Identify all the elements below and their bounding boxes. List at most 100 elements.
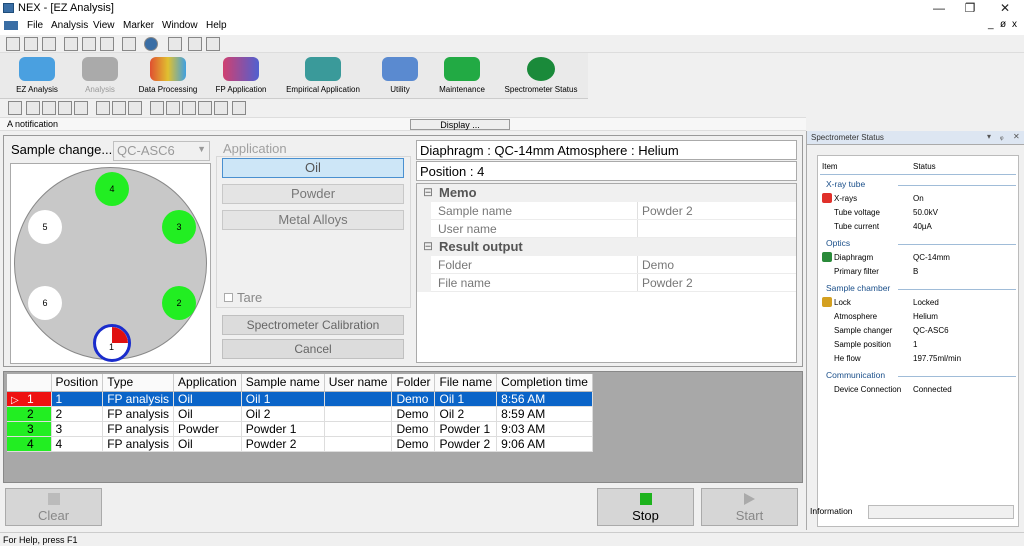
tile-vertical-icon[interactable] bbox=[206, 37, 220, 51]
position-4[interactable]: 4 bbox=[95, 172, 129, 206]
table-row[interactable]: 3 3 FP analysis Powder Powder 1 Demo Powder 19… bbox=[7, 421, 593, 437]
memo-section[interactable]: ⊟ Memo bbox=[417, 184, 796, 202]
help-icon[interactable] bbox=[144, 37, 158, 51]
status-group-header[interactable]: Sample chamber bbox=[826, 283, 890, 293]
mdi-restore-button[interactable]: ø bbox=[1000, 19, 1006, 30]
sample-name-value[interactable]: Powder 2 bbox=[642, 204, 693, 218]
print-icon[interactable] bbox=[122, 37, 136, 51]
add-icon[interactable] bbox=[8, 101, 22, 115]
ez-analysis-button[interactable]: EZ Analysis bbox=[4, 55, 70, 97]
spectrometer-status-button[interactable]: Spectrometer Status bbox=[498, 55, 584, 97]
insert-icon[interactable] bbox=[214, 101, 228, 115]
column-header[interactable]: Folder bbox=[391, 374, 436, 392]
move-last-icon[interactable] bbox=[198, 101, 212, 115]
application-oil-button[interactable]: Oil bbox=[222, 158, 404, 178]
paste-icon[interactable] bbox=[100, 37, 114, 51]
pin-icon[interactable]: ᵩ bbox=[1000, 132, 1004, 141]
stop-button[interactable]: Stop bbox=[597, 488, 694, 526]
position-3[interactable]: 3 bbox=[162, 210, 196, 244]
grid-delete-icon[interactable] bbox=[58, 101, 72, 115]
grid-edit-icon[interactable] bbox=[42, 101, 56, 115]
menu-analysis[interactable]: Analysis bbox=[51, 20, 88, 31]
table-row[interactable]: 2 2 FP analysis Oil Oil 2 Demo Oil 2 8:59 AM bbox=[7, 406, 593, 422]
panel-close-icon[interactable]: ✕ bbox=[1013, 132, 1020, 141]
table-row[interactable]: ▷ 1 1 FP analysis Oil Oil 1 Demo Oil 1 8:56 AM bbox=[7, 391, 593, 407]
menu-view[interactable]: View bbox=[93, 20, 115, 31]
save-icon[interactable] bbox=[42, 37, 56, 51]
move-prev-icon[interactable] bbox=[166, 101, 180, 115]
play-icon bbox=[744, 493, 755, 505]
column-header[interactable]: File name bbox=[434, 374, 498, 392]
column-header[interactable]: Sample name bbox=[241, 374, 325, 392]
collapse-icon[interactable]: ⊟ bbox=[423, 239, 433, 253]
sort-icon[interactable] bbox=[96, 101, 110, 115]
data-processing-button[interactable]: Data Processing bbox=[134, 55, 202, 97]
position-2[interactable]: 2 bbox=[162, 286, 196, 320]
application-powder-button[interactable]: Powder bbox=[222, 184, 404, 204]
clear-button[interactable]: Clear bbox=[5, 488, 102, 526]
position-1[interactable]: 1 bbox=[93, 324, 131, 362]
folder-row[interactable]: Folder Demo bbox=[417, 256, 796, 274]
window-layout-icon[interactable] bbox=[168, 37, 182, 51]
close-button[interactable]: ✕ bbox=[990, 0, 1020, 17]
align-icon[interactable] bbox=[232, 101, 246, 115]
notification-bar: A notification Display ... bbox=[0, 117, 806, 131]
check-icon[interactable] bbox=[74, 101, 88, 115]
column-header[interactable]: Application bbox=[173, 374, 242, 392]
mdi-close-button[interactable]: x bbox=[1012, 19, 1017, 30]
folder-value[interactable]: Demo bbox=[642, 258, 674, 272]
move-first-icon[interactable] bbox=[150, 101, 164, 115]
property-grid: ⊟ Memo Sample name Powder 2 User name ⊟ … bbox=[416, 183, 797, 363]
status-column-header[interactable]: Status bbox=[913, 162, 936, 171]
column-header[interactable]: User name bbox=[324, 374, 393, 392]
empirical-application-button[interactable]: Empirical Application bbox=[278, 55, 368, 97]
menu-marker[interactable]: Marker bbox=[123, 20, 154, 31]
file-name-row[interactable]: File name Powder 2 bbox=[417, 274, 796, 292]
sample-name-row[interactable]: Sample name Powder 2 bbox=[417, 202, 796, 220]
position-5[interactable]: 5 bbox=[28, 210, 62, 244]
status-group-header[interactable]: Optics bbox=[826, 238, 850, 248]
file-name-value[interactable]: Powder 2 bbox=[642, 276, 693, 290]
fp-application-button[interactable]: FP Application bbox=[208, 55, 274, 97]
new-icon[interactable] bbox=[6, 37, 20, 51]
table-row[interactable]: 4 4 FP analysis Oil Powder 2 Demo Powder 2 9:06… bbox=[7, 436, 593, 452]
item-column-header[interactable]: Item bbox=[822, 162, 838, 171]
analysis-button[interactable]: Analysis bbox=[72, 55, 128, 97]
display-button[interactable]: Display ... bbox=[410, 119, 510, 130]
sample-changer-select[interactable]: QC-ASC6 ▼ bbox=[113, 141, 210, 161]
tare-checkbox[interactable] bbox=[224, 293, 233, 302]
minimize-button[interactable]: — bbox=[924, 0, 954, 17]
sort-up-icon[interactable] bbox=[112, 101, 126, 115]
menu-file[interactable]: File bbox=[27, 20, 43, 31]
move-next-icon[interactable] bbox=[182, 101, 196, 115]
start-button[interactable]: Start bbox=[701, 488, 798, 526]
column-header[interactable]: Position bbox=[51, 374, 104, 392]
open-icon[interactable] bbox=[24, 37, 38, 51]
mdi-minimize-button[interactable]: _ bbox=[988, 19, 994, 30]
maintenance-button[interactable]: Maintenance bbox=[432, 55, 492, 97]
column-header[interactable] bbox=[7, 374, 52, 392]
file-name-cell: Powder 2 bbox=[434, 436, 498, 452]
grid-icon[interactable] bbox=[26, 101, 40, 115]
cancel-button[interactable]: Cancel bbox=[222, 339, 404, 359]
sort-down-icon[interactable] bbox=[128, 101, 142, 115]
panel-menu-icon[interactable]: ▾ bbox=[987, 132, 991, 141]
result-output-section[interactable]: ⊟ Result output bbox=[417, 238, 796, 256]
collapse-icon[interactable]: ⊟ bbox=[423, 185, 433, 199]
document-icon[interactable] bbox=[4, 21, 18, 30]
spectrometer-calibration-button[interactable]: Spectrometer Calibration bbox=[222, 315, 404, 335]
menu-help[interactable]: Help bbox=[206, 20, 227, 31]
copy-icon[interactable] bbox=[82, 37, 96, 51]
utility-button[interactable]: Utility bbox=[376, 55, 424, 97]
column-header[interactable]: Completion time bbox=[496, 374, 593, 392]
restore-button[interactable]: ❐ bbox=[955, 0, 985, 17]
status-group-header[interactable]: Communication bbox=[826, 370, 885, 380]
application-metal-alloys-button[interactable]: Metal Alloys bbox=[222, 210, 404, 230]
tile-horizontal-icon[interactable] bbox=[188, 37, 202, 51]
status-group-header[interactable]: X-ray tube bbox=[826, 179, 865, 189]
position-6[interactable]: 6 bbox=[28, 286, 62, 320]
cut-icon[interactable] bbox=[64, 37, 78, 51]
user-name-row[interactable]: User name bbox=[417, 220, 796, 238]
menu-window[interactable]: Window bbox=[162, 20, 198, 31]
column-header[interactable]: Type bbox=[102, 374, 175, 392]
